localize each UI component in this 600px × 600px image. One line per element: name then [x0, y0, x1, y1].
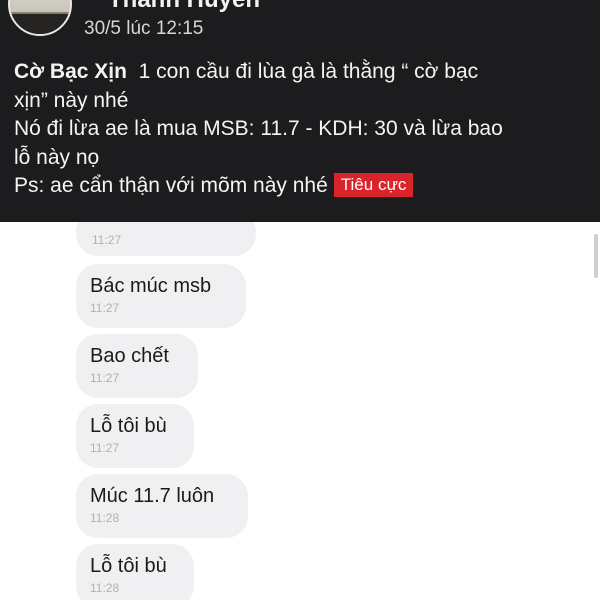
avatar-ground [10, 14, 70, 34]
post-line-4: lỗ này nọ [14, 145, 100, 169]
post-line-5: Ps: ae cẩn thận với mõm này nhé Tiêu cực [14, 172, 588, 201]
avatar[interactable] [8, 0, 72, 36]
message-time: 11:27 [90, 441, 120, 455]
post-line-1: Cờ Bạc Xịn 1 con cầu đi lùa gà là thằng … [14, 58, 588, 87]
message-text: Bác múc msb [90, 275, 212, 297]
post-line-3: Nó đi lừa ae là mua MSB: 11.7 - KDH: 30 … [14, 117, 503, 140]
poster-name[interactable]: Thanh Huyền [108, 0, 260, 14]
chat-bubble[interactable]: Lỗ tôi bù 11:27 [76, 404, 194, 468]
chat-bubble[interactable]: Bác múc msb 11:27 [76, 264, 246, 328]
chat-scrollbar[interactable] [594, 234, 598, 278]
message-text: Lỗ tôi bù [90, 555, 167, 577]
message-text: Bao chết [90, 345, 169, 367]
post-line-2: xịn” này nhé [14, 88, 129, 112]
post-body: Cờ Bạc Xịn 1 con cầu đi lùa gà là thằng … [14, 58, 588, 201]
message-time: 11:27 [90, 371, 120, 385]
message-time: 11:28 [90, 581, 120, 595]
message-time: 11:27 [90, 301, 120, 315]
avatar-sky [10, 0, 70, 12]
post-time: 30/5 lúc 12:15 [84, 18, 204, 39]
author-tag[interactable]: Cờ Bạc Xịn [14, 60, 127, 83]
message-time: 11:28 [90, 511, 120, 525]
post-overlay: Thanh Huyền 30/5 lúc 12:15 Cờ Bạc Xịn 1 … [0, 0, 600, 222]
message-time: 11:27 [92, 233, 122, 247]
screenshot: 11:27 Bác múc msb 11:27 Bao chết 11:27 L… [0, 0, 600, 600]
post-text-5: Ps: ae cẩn thận với mõm này nhé [14, 174, 328, 197]
chat-bubble[interactable]: Múc 11.7 luôn 11:28 [76, 474, 248, 538]
chat-bubble[interactable]: Bao chết 11:27 [76, 334, 198, 398]
message-text: Múc 11.7 luôn [90, 485, 215, 507]
sentiment-badge: Tiêu cực [333, 173, 414, 197]
message-text: Lỗ tôi bù [90, 415, 167, 437]
chat-thread[interactable]: 11:27 Bác múc msb 11:27 Bao chết 11:27 L… [0, 210, 600, 600]
post-text-1: 1 con cầu đi lùa gà là thằng “ cờ bạc [138, 60, 479, 83]
chat-bubble[interactable]: Lỗ tôi bù 11:28 [76, 544, 194, 600]
